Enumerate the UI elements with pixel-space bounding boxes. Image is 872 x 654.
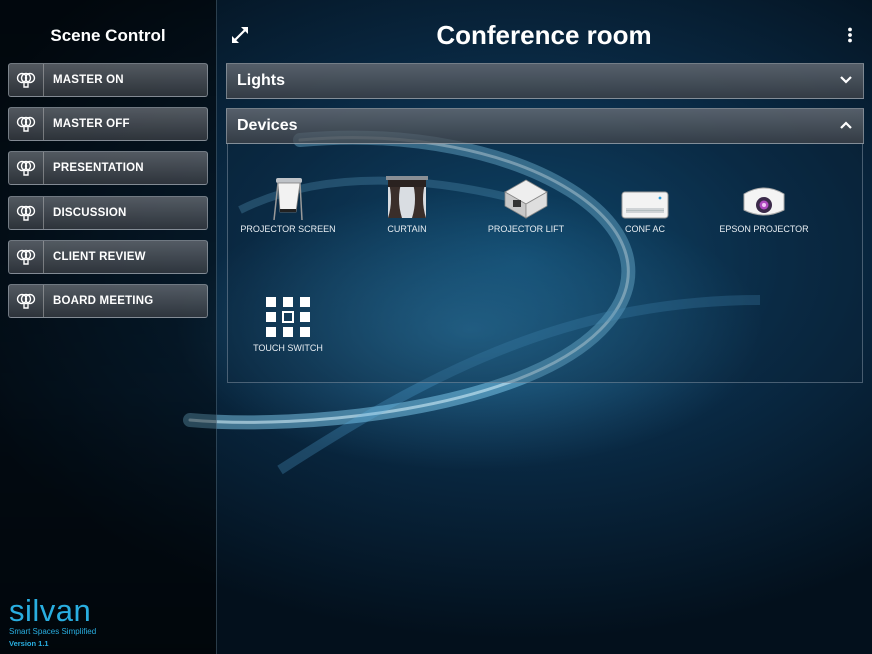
bulbs-icon bbox=[9, 241, 44, 273]
bulbs-icon bbox=[9, 152, 44, 184]
bulbs-icon bbox=[9, 197, 44, 229]
device-label: PROJECTOR LIFT bbox=[487, 224, 565, 234]
scene-button-label: CLIENT REVIEW bbox=[53, 251, 146, 263]
device-label: PROJECTOR SCREEN bbox=[240, 224, 336, 234]
device-curtain[interactable]: CURTAIN bbox=[352, 170, 462, 235]
device-projector-screen[interactable]: PROJECTOR SCREEN bbox=[233, 170, 343, 235]
lights-section-header[interactable]: Lights bbox=[226, 63, 864, 99]
bulbs-icon bbox=[9, 285, 44, 317]
scene-button-board-meeting[interactable]: BOARD MEETING bbox=[8, 284, 208, 318]
silvan-logo: silvan Smart Spaces Simplified Version 1… bbox=[9, 593, 97, 648]
scene-button-label: MASTER ON bbox=[53, 74, 124, 86]
logo-tagline: Smart Spaces Simplified bbox=[9, 627, 97, 636]
bulbs-icon bbox=[9, 108, 44, 140]
scene-button-client-review[interactable]: CLIENT REVIEW bbox=[8, 240, 208, 274]
device-epson-projector[interactable]: EPSON PROJECTOR bbox=[709, 170, 819, 235]
sidebar-title: Scene Control bbox=[50, 26, 166, 45]
chevron-up-icon bbox=[839, 117, 853, 135]
scene-button-presentation[interactable]: PRESENTATION bbox=[8, 151, 208, 185]
device-touch-switch[interactable]: TOUCH SWITCH bbox=[233, 289, 343, 354]
air-conditioner-icon bbox=[590, 170, 700, 220]
chevron-down-icon bbox=[839, 72, 853, 90]
device-label: CONF AC bbox=[624, 224, 665, 234]
scene-button-master-on[interactable]: MASTER ON bbox=[8, 63, 208, 97]
scene-button-label: DISCUSSION bbox=[53, 207, 127, 219]
page-title: Conference room bbox=[436, 20, 652, 50]
app-version: Version 1.1 bbox=[9, 639, 49, 648]
devices-section-header[interactable]: Devices bbox=[226, 108, 864, 144]
bulbs-icon bbox=[9, 64, 44, 96]
section-title: Devices bbox=[237, 117, 298, 134]
touch-switch-grid-icon bbox=[233, 289, 343, 339]
expand-arrows-icon[interactable] bbox=[230, 25, 250, 45]
scene-button-label: MASTER OFF bbox=[53, 118, 130, 130]
scene-button-label: BOARD MEETING bbox=[53, 295, 154, 307]
scene-button-discussion[interactable]: DISCUSSION bbox=[8, 196, 208, 230]
scene-button-master-off[interactable]: MASTER OFF bbox=[8, 107, 208, 141]
scene-control-sidebar: Scene Control MASTER ON MASTER OFF PRESE… bbox=[0, 0, 217, 654]
device-conf-ac[interactable]: CONF AC bbox=[590, 170, 700, 235]
device-label: EPSON PROJECTOR bbox=[719, 224, 809, 234]
curtain-icon bbox=[352, 170, 462, 220]
projector-screen-icon bbox=[233, 170, 343, 220]
scene-button-label: PRESENTATION bbox=[53, 162, 144, 174]
devices-panel: PROJECTOR SCREEN CURTAIN PROJECTOR LIFT bbox=[227, 144, 863, 383]
projector-lift-icon bbox=[471, 170, 581, 220]
device-label: TOUCH SWITCH bbox=[253, 343, 323, 353]
device-label: CURTAIN bbox=[387, 224, 427, 234]
section-title: Lights bbox=[237, 72, 285, 89]
device-projector-lift[interactable]: PROJECTOR LIFT bbox=[471, 170, 581, 235]
projector-icon bbox=[709, 170, 819, 220]
logo-wordmark: silvan bbox=[9, 593, 92, 628]
vertical-dots-icon[interactable] bbox=[846, 27, 854, 43]
